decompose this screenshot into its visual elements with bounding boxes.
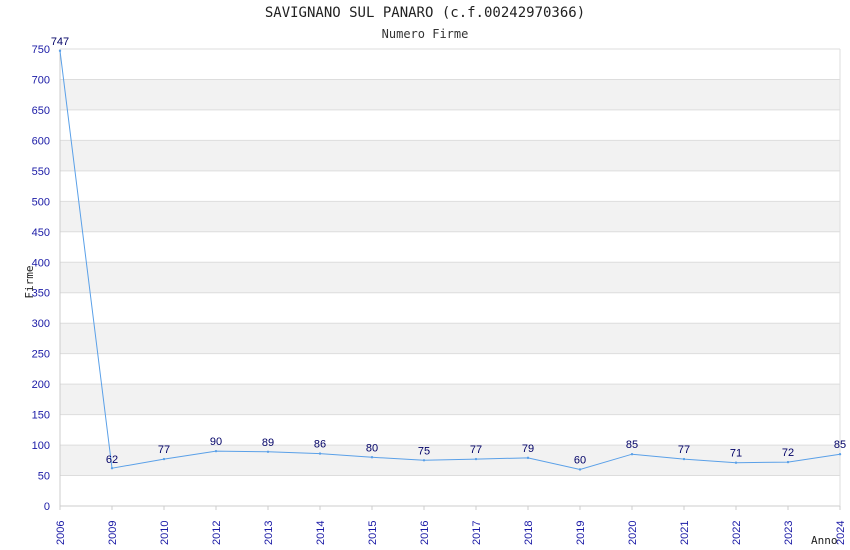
- data-point: [214, 449, 218, 453]
- data-point: [526, 456, 530, 460]
- data-label: 77: [470, 444, 482, 456]
- grid-band: [60, 262, 840, 293]
- x-tick-label: 2020: [627, 521, 639, 545]
- y-axis-label: Firme: [23, 265, 36, 298]
- y-tick-label: 200: [32, 379, 50, 391]
- data-point: [422, 459, 426, 462]
- y-tick-label: 650: [32, 105, 50, 117]
- data-point: [370, 456, 374, 459]
- data-label: 72: [782, 447, 794, 459]
- data-label: 77: [678, 444, 690, 456]
- x-tick-label: 2012: [211, 521, 223, 545]
- data-point: [110, 467, 114, 470]
- data-point: [266, 450, 270, 453]
- data-label: 71: [730, 448, 742, 460]
- x-tick-label: 2015: [367, 521, 379, 545]
- x-axis-label: Anno: [811, 534, 838, 547]
- data-label: 79: [522, 443, 534, 455]
- line-chart: 0501001502002503003504004505005506006507…: [23, 36, 847, 547]
- y-tick-label: 600: [32, 135, 50, 147]
- y-tick-label: 750: [32, 44, 50, 56]
- data-point: [838, 453, 842, 456]
- data-label: 90: [210, 436, 222, 448]
- grid-band: [60, 201, 840, 232]
- y-tick-label: 300: [32, 318, 50, 330]
- data-label: 747: [51, 36, 69, 48]
- data-point: [318, 452, 322, 455]
- y-tick-label: 0: [44, 501, 50, 513]
- data-label: 60: [574, 454, 586, 466]
- grid-band: [60, 445, 840, 476]
- data-point: [734, 461, 738, 464]
- x-tick-label: 2014: [315, 521, 327, 545]
- y-tick-label: 450: [32, 227, 50, 239]
- data-point: [58, 49, 62, 53]
- x-tick-label: 2016: [419, 521, 431, 545]
- data-label: 62: [106, 454, 118, 466]
- data-label: 85: [626, 439, 638, 451]
- x-tick-label: 2006: [55, 521, 67, 545]
- y-tick-label: 550: [32, 166, 50, 178]
- data-point: [682, 457, 686, 461]
- x-tick-labels: 2006 2009 2010 2012 2013 2014 2015 2016 2017 2018…: [55, 506, 847, 545]
- x-tick-label: 2023: [783, 521, 795, 545]
- data-point: [786, 460, 790, 464]
- x-tick-label: 2009: [107, 521, 119, 545]
- y-tick-label: 500: [32, 196, 50, 208]
- y-tick-label: 50: [38, 471, 50, 483]
- y-tick-label: 150: [32, 410, 50, 422]
- grid-band: [60, 323, 840, 354]
- y-tick-label: 100: [32, 440, 50, 452]
- data-label: 89: [262, 437, 274, 449]
- data-label: 75: [418, 445, 430, 457]
- x-tick-label: 2019: [575, 521, 587, 545]
- data-point: [474, 457, 478, 461]
- x-tick-label: 2022: [731, 521, 743, 545]
- background-bands: [60, 79, 840, 476]
- data-label: 86: [314, 439, 326, 451]
- data-point: [162, 457, 166, 461]
- data-label: 85: [834, 439, 846, 451]
- x-tick-label: 2017: [471, 521, 483, 545]
- data-label: 80: [366, 442, 378, 454]
- grid-band: [60, 79, 840, 110]
- x-tick-label: 2021: [679, 521, 691, 545]
- x-tick-label: 2010: [159, 521, 171, 545]
- grid-band: [60, 140, 840, 171]
- y-tick-label: 700: [32, 74, 50, 86]
- data-point: [630, 453, 634, 456]
- x-tick-label: 2018: [523, 521, 535, 545]
- grid-band: [60, 384, 840, 415]
- x-tick-label: 2013: [263, 521, 275, 545]
- data-label: 77: [158, 444, 170, 456]
- data-point: [578, 468, 582, 471]
- y-tick-label: 250: [32, 349, 50, 361]
